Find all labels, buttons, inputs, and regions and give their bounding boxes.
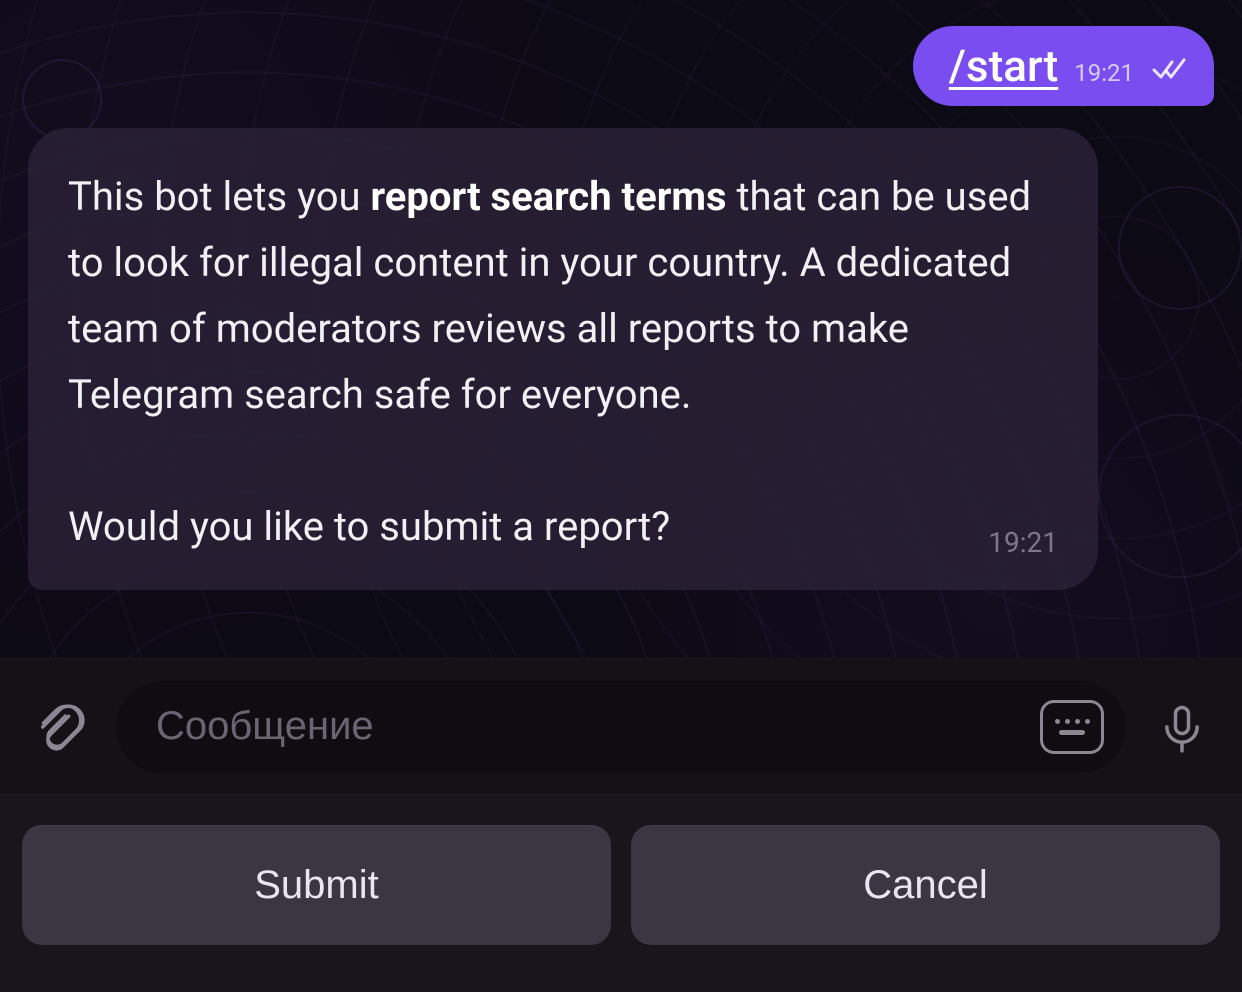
- outgoing-message-row: /start 19:21: [28, 26, 1214, 106]
- outgoing-time: 19:21: [1074, 59, 1134, 87]
- message-field-container[interactable]: [116, 681, 1126, 773]
- incoming-message-bubble[interactable]: This bot lets you report search terms th…: [28, 128, 1098, 590]
- incoming-text-bold: report search terms: [370, 173, 726, 220]
- incoming-message-row: This bot lets you report search terms th…: [28, 128, 1214, 590]
- incoming-text-prefix: This bot lets you: [68, 173, 370, 220]
- incoming-time: 19:21: [988, 520, 1058, 566]
- message-input[interactable]: [156, 704, 1024, 749]
- bot-keyboard-icon[interactable]: [1040, 700, 1104, 754]
- chat-scroll-area[interactable]: /start 19:21 This bot lets you report se…: [0, 0, 1242, 658]
- attach-icon[interactable]: [28, 695, 92, 759]
- reply-keyboard: Submit Cancel: [0, 794, 1242, 992]
- incoming-text-p2: Would you like to submit a report?: [68, 503, 670, 550]
- outgoing-message-bubble[interactable]: /start 19:21: [913, 26, 1214, 106]
- submit-button[interactable]: Submit: [22, 825, 611, 945]
- read-status-icon: [1152, 57, 1186, 81]
- composer-bar: [0, 658, 1242, 794]
- cancel-button[interactable]: Cancel: [631, 825, 1220, 945]
- outgoing-command-text[interactable]: /start: [949, 44, 1058, 88]
- microphone-icon[interactable]: [1150, 695, 1214, 759]
